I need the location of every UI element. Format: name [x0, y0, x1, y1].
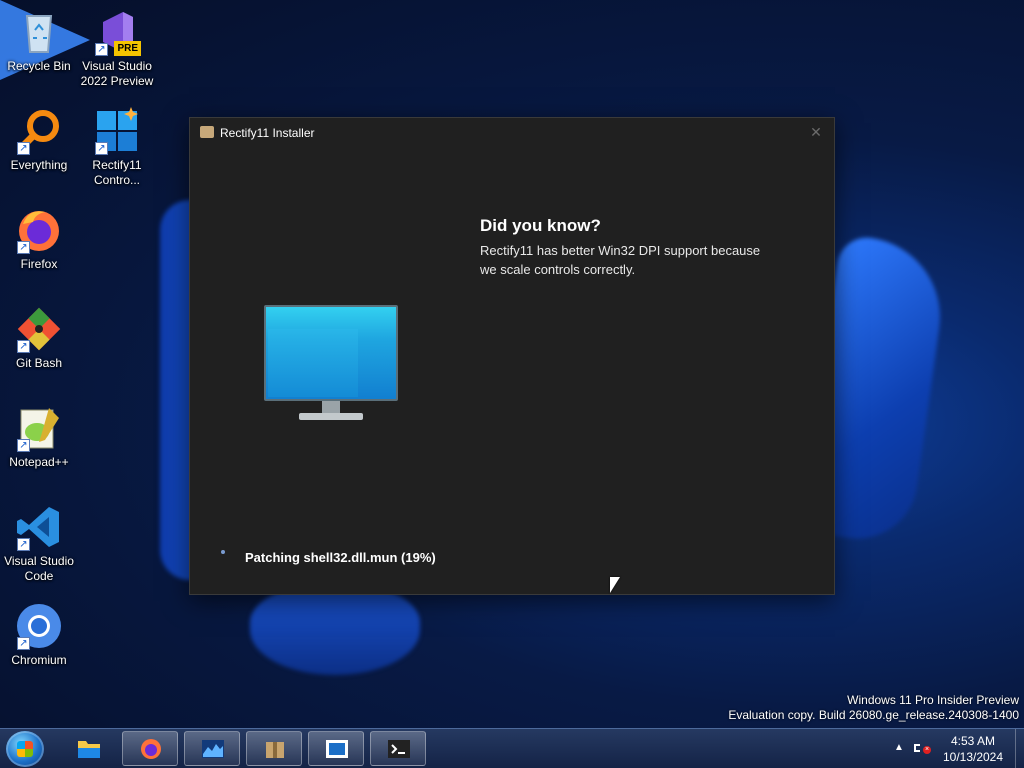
- pre-badge: PRE: [114, 41, 141, 56]
- firefox-icon: ↗: [15, 206, 63, 254]
- clock[interactable]: 4:53 AM 10/13/2024: [940, 733, 1006, 765]
- taskbar-app-window[interactable]: [308, 731, 364, 766]
- taskbar-firefox[interactable]: [122, 731, 178, 766]
- package-icon: [266, 742, 284, 758]
- desktop-icon-vscode[interactable]: ↗ Visual Studio Code: [0, 497, 78, 584]
- desktop: Recycle Bin PRE ↗ Visual Studio 2022 Pre…: [0, 0, 1024, 768]
- desktop-icon-label: Notepad++: [9, 455, 69, 469]
- shortcut-arrow-icon: ↗: [17, 538, 30, 551]
- installer-window[interactable]: Rectify11 Installer ✕ Did you know? Rect…: [189, 117, 835, 595]
- desktop-icon-label: Everything: [10, 158, 68, 172]
- desktop-icon-label: Visual Studio 2022 Preview: [80, 59, 154, 88]
- everything-search-icon: ↗: [15, 107, 63, 155]
- window-title: Rectify11 Installer: [220, 126, 315, 140]
- taskbar-terminal[interactable]: [370, 731, 426, 766]
- desktop-icon-firefox[interactable]: ↗ Firefox: [0, 200, 78, 272]
- tray-overflow-button[interactable]: ▲: [894, 742, 904, 753]
- shortcut-arrow-icon: ↗: [95, 43, 108, 56]
- visual-studio-icon: PRE ↗: [93, 8, 141, 56]
- watermark-line1: Windows 11 Pro Insider Preview: [847, 693, 1019, 707]
- tip-body: Rectify11 has better Win32 DPI support b…: [480, 243, 761, 277]
- shortcut-arrow-icon: ↗: [17, 637, 30, 650]
- taskbar-file-explorer[interactable]: [61, 731, 117, 766]
- wallpaper-bloom: [250, 585, 420, 675]
- shortcut-arrow-icon: ↗: [17, 439, 30, 452]
- package-icon: [200, 126, 214, 138]
- vscode-icon: ↗: [15, 503, 63, 551]
- taskbar-task-manager[interactable]: [184, 731, 240, 766]
- evaluation-watermark: Windows 11 Pro Insider Preview Evaluatio…: [728, 693, 1019, 723]
- desktop-icon-label: Firefox: [20, 257, 58, 271]
- shortcut-arrow-icon: ↗: [17, 142, 30, 155]
- close-button[interactable]: ✕: [806, 122, 826, 142]
- taskbar: ▲ × 4:53 AM 10/13/2024: [0, 728, 1024, 768]
- mouse-cursor-icon: [610, 577, 620, 593]
- show-desktop-button[interactable]: [1015, 729, 1024, 768]
- progress-spinner: [221, 550, 225, 554]
- desktop-icon-recycle-bin[interactable]: Recycle Bin: [0, 2, 78, 74]
- monitor-icon: [264, 305, 398, 423]
- clock-time: 4:53 AM: [950, 734, 996, 748]
- desktop-icon-label: Rectify11 Contro...: [92, 158, 142, 187]
- chromium-icon: ↗: [15, 602, 63, 650]
- desktop-icon-label: Visual Studio Code: [4, 554, 74, 583]
- tip-title: Did you know?: [480, 216, 601, 235]
- desktop-icon-rectify11-control[interactable]: ↗ Rectify11 Contro...: [78, 101, 156, 188]
- desktop-icon-git-bash[interactable]: ↗ Git Bash: [0, 299, 78, 371]
- desktop-icon-everything[interactable]: ↗ Everything: [0, 101, 78, 173]
- folder-icon: [78, 741, 100, 758]
- start-button[interactable]: [6, 731, 44, 767]
- volume-muted-icon[interactable]: ×: [914, 740, 931, 756]
- shortcut-arrow-icon: ↗: [17, 340, 30, 353]
- terminal-icon: [388, 740, 410, 758]
- desktop-icon-notepad-plus-plus[interactable]: ↗ Notepad++: [0, 398, 78, 470]
- title-bar[interactable]: Rectify11 Installer ✕: [190, 118, 834, 148]
- desktop-icon-chromium[interactable]: ↗ Chromium: [0, 596, 78, 668]
- recycle-bin-icon: [15, 8, 63, 56]
- desktop-icon-label: Chromium: [11, 653, 67, 667]
- clock-date: 10/13/2024: [942, 750, 1004, 764]
- desktop-icon-visual-studio[interactable]: PRE ↗ Visual Studio 2022 Preview: [78, 2, 156, 89]
- notepad-plus-plus-icon: ↗: [15, 404, 63, 452]
- performance-chart-icon: [202, 740, 224, 758]
- progress-status: Patching shell32.dll.mun (19%): [245, 550, 436, 565]
- desktop-icon-label: Git Bash: [15, 356, 63, 370]
- desktop-icon-label: Recycle Bin: [7, 59, 71, 73]
- rectify11-control-icon: ↗: [93, 107, 141, 155]
- taskbar-rectify11-installer[interactable]: [246, 731, 302, 766]
- watermark-line2: Evaluation copy. Build 26080.ge_release.…: [728, 708, 1019, 722]
- firefox-icon: [141, 739, 161, 759]
- window-icon: [326, 740, 348, 758]
- git-bash-icon: ↗: [15, 305, 63, 353]
- shortcut-arrow-icon: ↗: [95, 142, 108, 155]
- shortcut-arrow-icon: ↗: [17, 241, 30, 254]
